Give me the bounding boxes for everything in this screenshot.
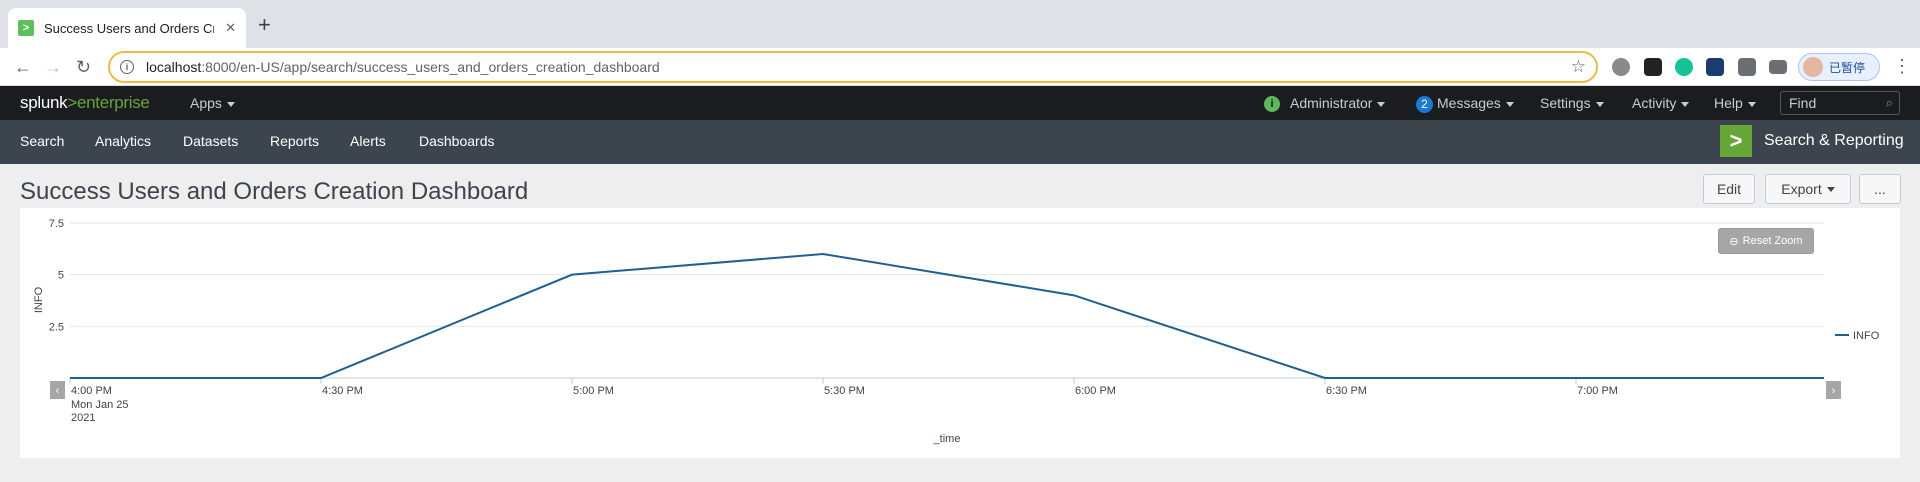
splunk-logo[interactable]: splunk>enterprise	[20, 93, 150, 113]
app-logo-icon: >	[1720, 125, 1752, 157]
help-menu[interactable]: Help	[1714, 95, 1756, 111]
browser-toolbar: ← → ↻ i localhost:8000/en-US/app/search/…	[0, 48, 1920, 86]
chevron-down-icon	[226, 101, 235, 107]
minus-circle-icon: ⊖	[1729, 235, 1739, 248]
browser-tab[interactable]: > Success Users and Orders Cre ✕	[8, 8, 246, 48]
search-icon: ⌕	[1885, 95, 1893, 110]
find-input[interactable]: Find ⌕	[1780, 91, 1900, 115]
nav-datasets[interactable]: Datasets	[183, 133, 238, 149]
legend-label: INFO	[1853, 330, 1880, 342]
reload-icon[interactable]: ↻	[76, 57, 91, 77]
app-name[interactable]: Search & Reporting	[1764, 132, 1904, 150]
avatar	[1803, 57, 1823, 77]
export-button[interactable]: Export	[1765, 174, 1851, 204]
x-axis-label: _time	[933, 433, 961, 445]
activity-label: Activity	[1632, 95, 1677, 111]
forward-icon[interactable]: →	[44, 57, 62, 77]
profile-button[interactable]: 已暂停	[1798, 53, 1880, 81]
page-title: Success Users and Orders Creation Dashbo…	[20, 178, 529, 205]
x-tick-label: 6:00 PM	[1075, 385, 1116, 397]
tab-title: Success Users and Orders Cre	[44, 20, 214, 36]
dashboard-header: Success Users and Orders Creation Dashbo…	[0, 164, 1920, 212]
messages-menu[interactable]: 2 Messages	[1416, 95, 1514, 113]
url-path: :8000/en-US/app/search/success_users_and…	[201, 59, 660, 75]
nav-alerts[interactable]: Alerts	[350, 133, 386, 149]
x-tick-label: 5:30 PM	[824, 385, 865, 397]
user-label: Administrator	[1290, 95, 1373, 111]
chevron-down-icon	[1377, 101, 1386, 107]
apps-label: Apps	[190, 95, 222, 111]
profile-status: 已暂停	[1829, 60, 1866, 75]
chevron-right-icon: ›	[1832, 385, 1836, 397]
reset-zoom-button[interactable]: ⊖ Reset Zoom	[1718, 228, 1814, 254]
health-status-icon[interactable]: i	[1264, 96, 1280, 112]
x-tick-sublabel: 2021	[71, 412, 95, 424]
settings-label: Settings	[1540, 95, 1591, 111]
chevron-down-icon	[1826, 186, 1835, 192]
react-devtools-icon[interactable]	[1706, 58, 1724, 76]
chevron-down-icon	[1681, 101, 1690, 107]
close-icon[interactable]: ✕	[225, 20, 236, 36]
series-line-info	[70, 252, 1824, 379]
messages-label: Messages	[1437, 95, 1501, 111]
url-host: localhost	[146, 59, 202, 75]
find-placeholder: Find	[1789, 95, 1817, 111]
drive-extension-icon[interactable]	[1612, 58, 1630, 76]
nav-search[interactable]: Search	[20, 133, 64, 149]
logo-gt: >	[67, 93, 77, 112]
activity-menu[interactable]: Activity	[1632, 95, 1690, 111]
logo-sub: enterprise	[76, 93, 150, 112]
back-icon[interactable]: ←	[14, 57, 32, 77]
chevron-down-icon	[1747, 101, 1756, 107]
y-tick-label: 7.5	[49, 218, 64, 230]
chevron-left-icon: ‹	[56, 385, 60, 397]
reading-list-icon[interactable]	[1769, 60, 1787, 74]
splunk-favicon-icon: >	[18, 20, 34, 36]
logo-main: splunk	[20, 93, 68, 112]
app-nav-bar: Search Analytics Datasets Reports Alerts…	[0, 120, 1920, 164]
splunk-header: splunk>enterprise Apps i Administrator 2…	[0, 86, 1920, 120]
more-actions-button[interactable]: ...	[1859, 174, 1901, 204]
x-tick-label: 4:00 PM	[71, 385, 112, 397]
messages-count-badge: 2	[1416, 96, 1433, 113]
extension-icon[interactable]	[1644, 58, 1662, 76]
site-info-icon[interactable]: i	[120, 60, 134, 74]
settings-menu[interactable]: Settings	[1540, 95, 1604, 111]
export-label: Export	[1781, 181, 1822, 197]
chevron-down-icon	[1595, 101, 1604, 107]
bookmark-star-icon[interactable]: ☆	[1571, 57, 1586, 77]
nav-analytics[interactable]: Analytics	[95, 133, 151, 149]
chevron-down-icon	[1505, 101, 1514, 107]
user-menu[interactable]: Administrator	[1290, 95, 1386, 111]
edit-button[interactable]: Edit	[1703, 174, 1755, 204]
browser-tabstrip: > Success Users and Orders Cre ✕ +	[0, 0, 1920, 48]
x-tick-label: 5:00 PM	[573, 385, 614, 397]
nav-dashboards[interactable]: Dashboards	[419, 133, 495, 149]
y-tick-label: 2.5	[49, 321, 64, 333]
reset-zoom-label: Reset Zoom	[1742, 235, 1803, 247]
new-tab-icon[interactable]: +	[258, 12, 271, 38]
puzzle-extensions-icon[interactable]	[1738, 58, 1756, 76]
y-tick-label: 5	[58, 270, 64, 282]
nav-reports[interactable]: Reports	[270, 133, 319, 149]
apps-menu[interactable]: Apps	[190, 95, 235, 111]
x-tick-label: 4:30 PM	[322, 385, 363, 397]
help-label: Help	[1714, 95, 1743, 111]
x-tick-label: 7:00 PM	[1577, 385, 1618, 397]
x-tick-label: 6:30 PM	[1326, 385, 1367, 397]
y-axis-label: INFO	[33, 286, 45, 313]
line-chart: 2.5 5 7.5 INFO 4:00 PM 4:30 PM 5:00 PM 5:30 PM 6…	[33, 218, 1880, 445]
x-tick-sublabel: Mon Jan 25	[71, 399, 128, 411]
grammarly-icon[interactable]	[1675, 58, 1693, 76]
browser-menu-icon[interactable]: ⋮	[1893, 56, 1911, 77]
address-bar[interactable]: i localhost:8000/en-US/app/search/succes…	[108, 51, 1598, 83]
chart-panel: 2.5 5 7.5 INFO 4:00 PM 4:30 PM 5:00 PM 5:30 PM 6…	[20, 208, 1900, 458]
url-text: localhost:8000/en-US/app/search/success_…	[146, 59, 660, 75]
